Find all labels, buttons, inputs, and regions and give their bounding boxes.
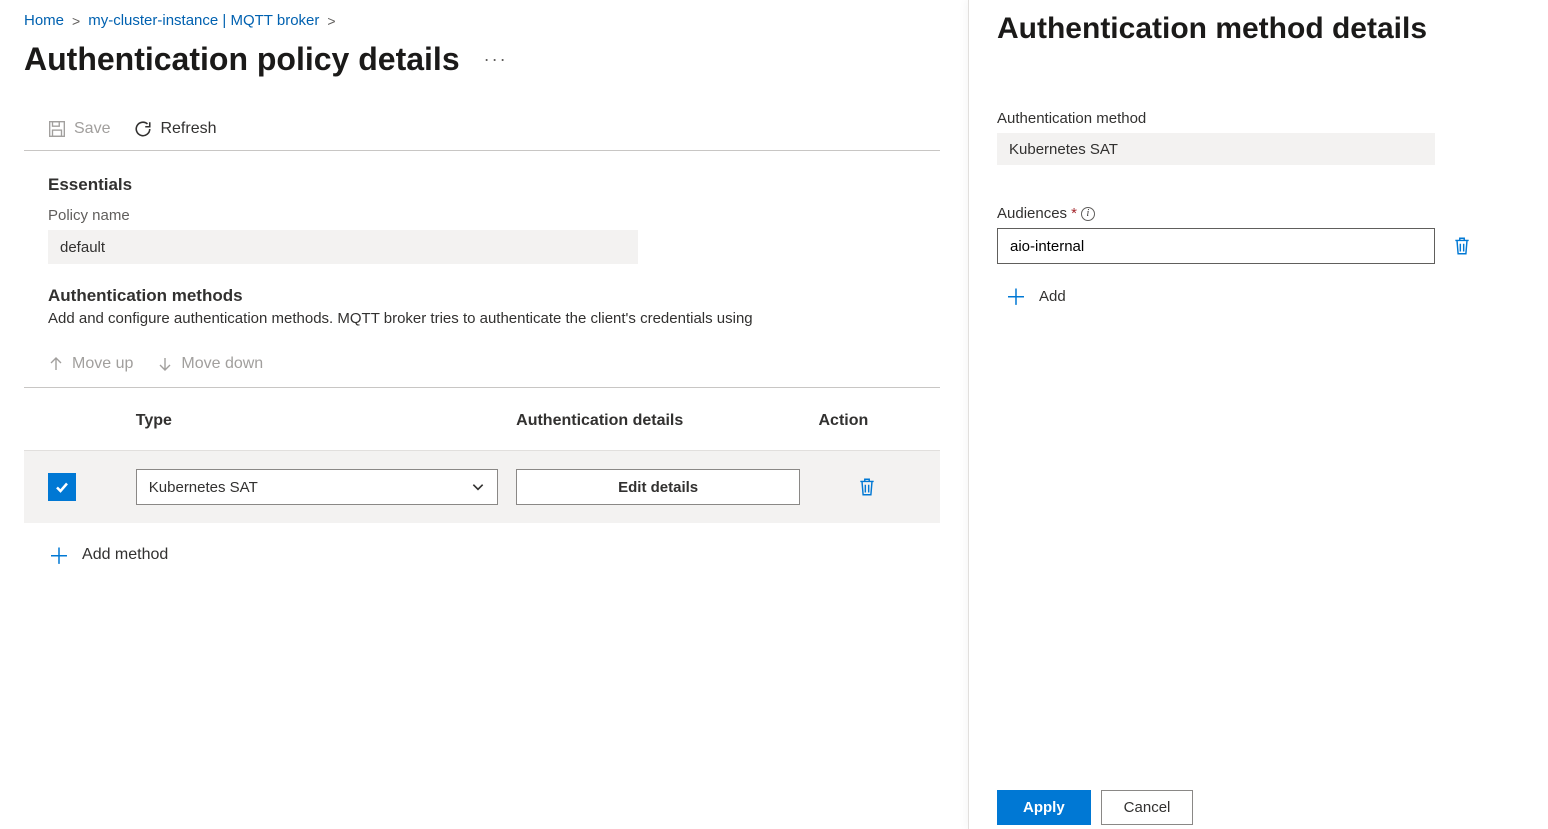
cancel-button[interactable]: Cancel <box>1101 790 1194 825</box>
save-icon <box>48 120 66 138</box>
policy-name-label: Policy name <box>48 207 916 224</box>
arrow-up-icon <box>48 356 64 372</box>
table-header: Type Authentication details Action <box>24 412 940 450</box>
auth-type-value: Kubernetes SAT <box>149 479 258 496</box>
plus-icon: ＋ <box>48 539 70 571</box>
move-up-label: Move up <box>72 355 133 373</box>
edit-details-button[interactable]: Edit details <box>516 469 800 505</box>
page-title: Authentication policy details <box>24 41 460 78</box>
plus-icon: ＋ <box>1005 280 1027 312</box>
info-icon[interactable]: i <box>1081 207 1095 221</box>
more-actions-button[interactable]: ··· <box>484 49 508 70</box>
policy-name-field: default <box>48 230 638 264</box>
add-audience-label: Add <box>1039 288 1066 305</box>
auth-methods-heading: Authentication methods <box>48 286 916 306</box>
apply-button[interactable]: Apply <box>997 790 1091 825</box>
auth-methods-description: Add and configure authentication methods… <box>48 310 916 327</box>
delete-row-button[interactable] <box>818 477 916 497</box>
required-indicator: * <box>1071 205 1077 222</box>
add-method-label: Add method <box>82 546 168 564</box>
method-value-field: Kubernetes SAT <box>997 133 1435 165</box>
col-details-header: Authentication details <box>516 412 818 430</box>
trash-icon <box>1453 236 1471 256</box>
breadcrumb-cluster[interactable]: my-cluster-instance | MQTT broker <box>88 12 319 29</box>
check-icon <box>54 479 70 495</box>
panel-title: Authentication method details <box>997 12 1508 46</box>
trash-icon <box>858 477 876 497</box>
audiences-label: Audiences * i <box>997 205 1508 222</box>
method-label: Authentication method <box>997 110 1508 127</box>
row-checkbox[interactable] <box>48 473 76 501</box>
audience-input[interactable] <box>997 228 1435 264</box>
essentials-heading: Essentials <box>48 175 916 195</box>
move-down-label: Move down <box>181 355 263 373</box>
save-label: Save <box>74 120 110 138</box>
refresh-icon <box>134 120 152 138</box>
save-button: Save <box>48 120 110 138</box>
chevron-right-icon: > <box>72 13 80 29</box>
move-down-button: Move down <box>157 355 263 373</box>
breadcrumb: Home > my-cluster-instance | MQTT broker… <box>24 12 940 29</box>
details-panel: Authentication method details Authentica… <box>968 0 1548 829</box>
auth-type-dropdown[interactable]: Kubernetes SAT <box>136 469 498 505</box>
table-row: Kubernetes SAT Edit details <box>24 450 940 523</box>
refresh-button[interactable]: Refresh <box>134 120 216 138</box>
col-action-header: Action <box>818 412 916 430</box>
refresh-label: Refresh <box>160 120 216 138</box>
breadcrumb-home[interactable]: Home <box>24 12 64 29</box>
chevron-right-icon: > <box>327 13 335 29</box>
move-up-button: Move up <box>48 355 133 373</box>
delete-audience-button[interactable] <box>1453 236 1471 256</box>
add-method-button[interactable]: ＋ Add method <box>48 539 168 571</box>
arrow-down-icon <box>157 356 173 372</box>
add-audience-button[interactable]: ＋ Add <box>1005 280 1066 312</box>
chevron-down-icon <box>471 480 485 494</box>
col-type-header: Type <box>136 412 516 430</box>
